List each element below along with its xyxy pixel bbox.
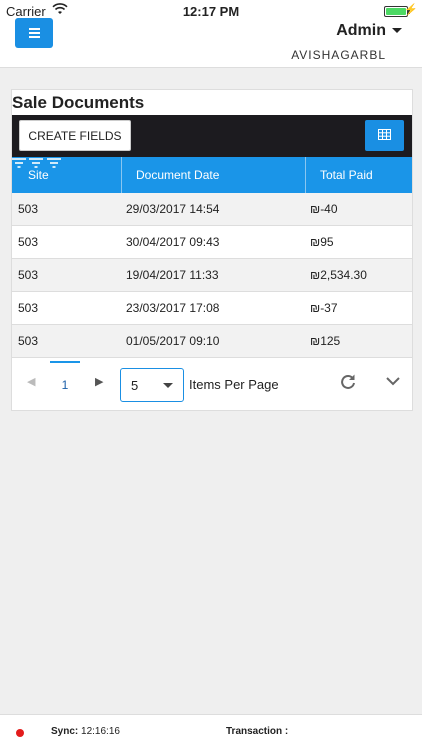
table-icon — [378, 127, 391, 145]
app-header: Admin AVISHAGARBL — [0, 18, 422, 68]
cell-site: 503 — [18, 301, 39, 315]
status-bar: Carrier 12:17 PM ⚡ — [0, 0, 422, 22]
cell-document-date: 29/03/2017 14:54 — [126, 202, 220, 216]
panel-title: Sale Documents — [12, 93, 145, 112]
cell-total-paid: ₪125 — [310, 334, 341, 348]
next-page-icon[interactable]: ▶ — [95, 375, 103, 388]
table-row[interactable]: 503 23/03/2017 17:08 ₪-37 — [12, 292, 412, 325]
user-menu[interactable]: Admin — [336, 22, 402, 40]
grid-toolbar: CREATE FIELDS — [12, 115, 412, 157]
clock: 12:17 PM — [182, 4, 240, 19]
table-row[interactable]: 503 29/03/2017 14:54 ₪-40 — [12, 193, 412, 226]
cell-document-date: 23/03/2017 17:08 — [126, 301, 220, 315]
sync-footer: Sync: 12:16:16 Transaction : — [0, 714, 422, 750]
items-per-page-label: Items Per Page — [189, 377, 279, 392]
user-name: Admin — [336, 22, 386, 39]
table-row[interactable]: 503 30/04/2017 09:43 ₪95 — [12, 226, 412, 259]
column-header-total-paid[interactable]: Total Paid — [320, 157, 373, 193]
cell-site: 503 — [18, 334, 39, 348]
sync-info: Sync: 12:16:16 — [51, 726, 120, 737]
sync-time: 12:16:16 — [81, 726, 120, 737]
page-1-button[interactable]: 1 — [50, 361, 80, 409]
cell-document-date: 19/04/2017 11:33 — [126, 268, 219, 282]
create-fields-button[interactable]: CREATE FIELDS — [19, 120, 131, 151]
sale-documents-panel: Sale Documents CREATE FIELDS Site Docume… — [11, 89, 413, 411]
table-header: Site Document Date Total Paid — [12, 157, 412, 193]
company-name: AVISHAGARBL — [291, 48, 386, 62]
cell-total-paid: ₪-40 — [310, 202, 338, 216]
sync-status-dot — [16, 729, 24, 737]
previous-page-icon[interactable]: ◀ — [27, 375, 35, 388]
menu-button[interactable] — [15, 18, 53, 48]
cell-document-date: 01/05/2017 09:10 — [126, 334, 220, 348]
transaction-info: Transaction : — [226, 726, 288, 737]
table-row[interactable]: 503 01/05/2017 09:10 ₪125 — [12, 325, 412, 358]
caret-down-icon — [392, 28, 402, 34]
cell-document-date: 30/04/2017 09:43 — [126, 235, 220, 249]
cell-site: 503 — [18, 235, 39, 249]
cell-total-paid: ₪-37 — [310, 301, 338, 315]
column-chooser-button[interactable] — [365, 120, 404, 151]
column-header-document-date[interactable]: Document Date — [136, 157, 219, 193]
column-header-site[interactable]: Site — [28, 157, 49, 193]
filter-icon[interactable] — [12, 158, 29, 172]
pager: ◀ 1 ▶ 5 Items Per Page — [12, 361, 412, 409]
transaction-label: Transaction : — [226, 726, 289, 737]
cell-site: 503 — [18, 202, 39, 216]
dropdown-arrow-icon — [163, 383, 173, 388]
page-number: 1 — [61, 378, 69, 392]
sync-label: Sync: — [51, 726, 79, 737]
hamburger-icon — [28, 28, 40, 30]
page-size-value: 5 — [131, 378, 139, 393]
cell-site: 503 — [18, 268, 39, 282]
charging-icon: ⚡ — [404, 4, 418, 16]
refresh-icon[interactable] — [339, 373, 357, 394]
page-size-select[interactable]: 5 — [120, 368, 184, 402]
chevron-down-icon[interactable] — [385, 375, 401, 390]
cell-total-paid: ₪95 — [310, 235, 334, 249]
cell-total-paid: ₪2,534.30 — [310, 268, 367, 282]
table-row[interactable]: 503 19/04/2017 11:33 ₪2,534.30 — [12, 259, 412, 292]
